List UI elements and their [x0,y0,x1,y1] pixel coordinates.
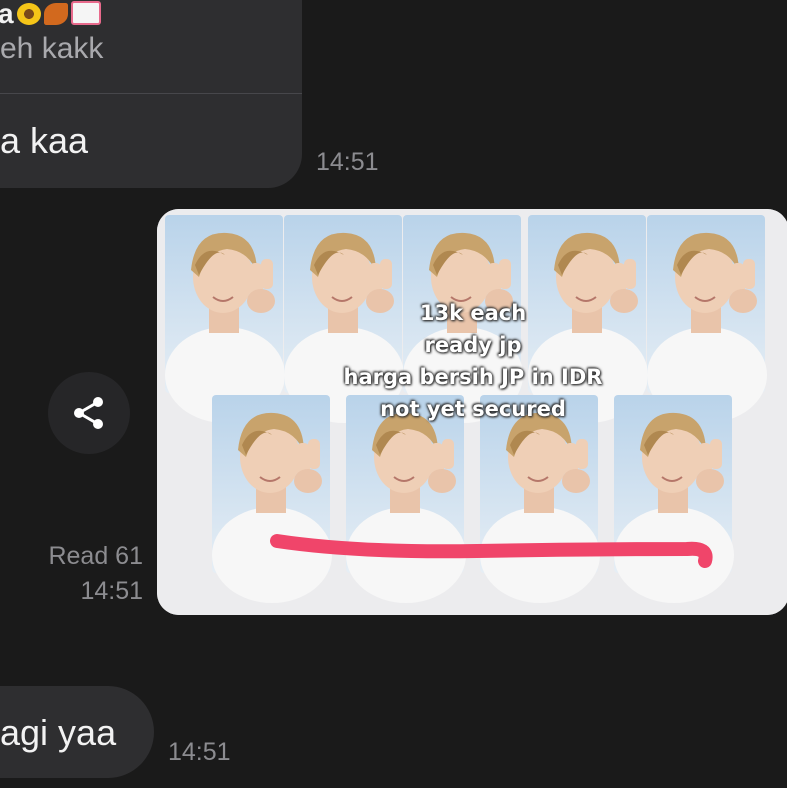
image-caption: 13k each ready jp harga bersih JP in IDR… [157,297,787,425]
quoted-reply[interactable]: a eh kakk [0,0,302,94]
message-timestamp: 14:51 [168,738,231,766]
caption-line: not yet secured [380,397,566,421]
share-button[interactable] [48,372,130,454]
caption-line: harga bersih JP in IDR [343,365,603,389]
message-text: agi yaa [0,712,117,753]
quoted-sender-name: a [0,0,101,30]
quote-divider [0,93,302,94]
message-timestamp: 14:51 [316,148,379,176]
caption-line: ready jp [424,333,522,357]
read-receipt: Read 61 [48,542,143,570]
quoted-sender-text: a [0,0,14,29]
share-icon [74,397,103,429]
image-message-timestamp: 14:51 [80,577,143,605]
chat-screen: a eh kakk a kaa 14:51 Read 61 14:51 13k … [0,0,787,788]
incoming-message-bubble[interactable]: a eh kakk a kaa [0,0,302,188]
love-letter-emoji [70,1,101,25]
maple-leaf-emoji [43,3,68,25]
incoming-message-bubble[interactable]: agi yaa [0,686,154,778]
sunflower-emoji [16,3,41,25]
image-message[interactable]: 13k each ready jp harga bersih JP in IDR… [157,209,787,615]
caption-line: 13k each [419,301,527,325]
message-text: a kaa [0,120,89,161]
quoted-message-text: eh kakk [0,32,104,65]
